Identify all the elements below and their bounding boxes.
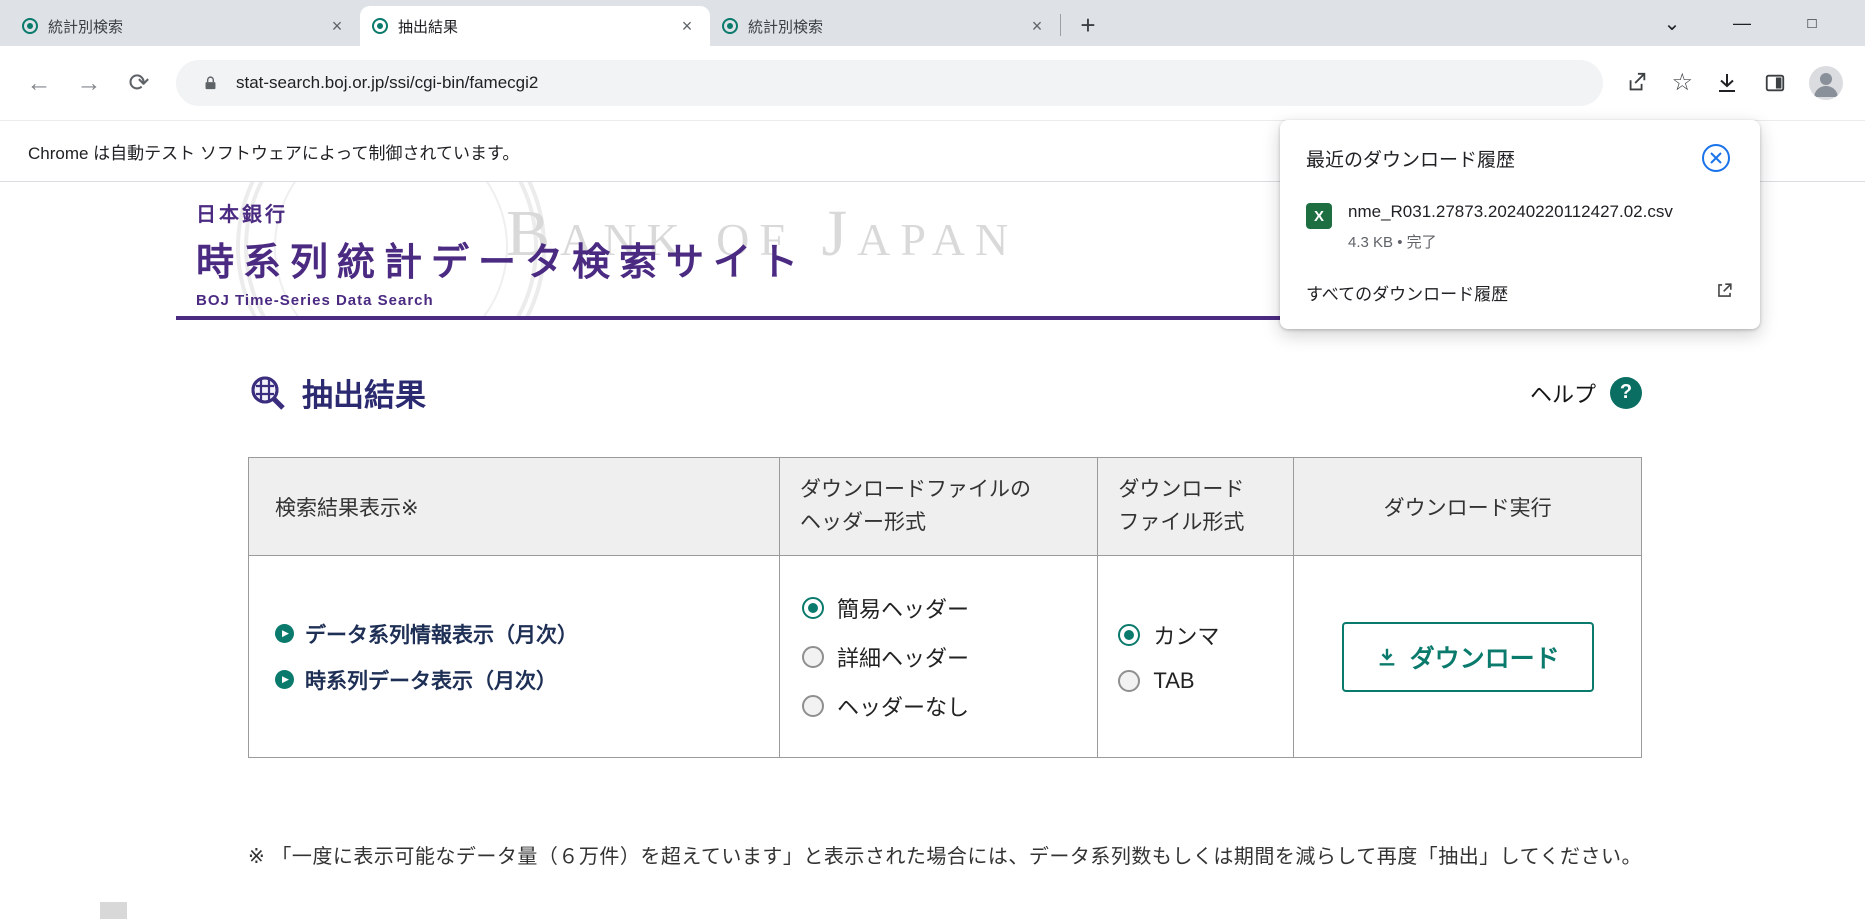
tab-separator (1060, 14, 1061, 36)
limit-note: ※ 「一度に表示可能なデータ量（６万件）を超えています」と表示された場合には、デ… (248, 840, 1642, 869)
tab-stat-search-2[interactable]: 統計別検索 × (710, 6, 1060, 46)
all-downloads-link[interactable]: すべてのダウンロード履歴 (1306, 280, 1734, 305)
radio-simple-header[interactable]: 簡易ヘッダー (802, 592, 1097, 624)
header-format-cell: 簡易ヘッダー 詳細ヘッダー ヘッダーなし (779, 556, 1097, 758)
new-tab-button[interactable]: + (1071, 8, 1105, 42)
radio-checked-icon[interactable] (802, 597, 824, 619)
lock-icon[interactable] (196, 69, 224, 97)
tab-close-icon[interactable]: × (326, 15, 348, 37)
result-links-cell: ▶ データ系列情報表示（月次） ▶ 時系列データ表示（月次） (249, 556, 780, 758)
col-header-results: 検索結果表示※ (249, 458, 780, 556)
excel-file-icon: X (1306, 203, 1332, 229)
page-title-text: 抽出結果 (302, 370, 426, 415)
download-arrow-icon (1376, 646, 1398, 668)
link-data-series-info[interactable]: ▶ データ系列情報表示（月次） (275, 619, 779, 649)
split-screen-icon[interactable] (1761, 69, 1789, 97)
bookmark-star-icon[interactable]: ☆ (1671, 71, 1693, 95)
reload-button[interactable]: ⟳ (116, 60, 162, 106)
toolbar-actions: ☆ (1617, 66, 1849, 100)
profile-avatar[interactable] (1809, 66, 1843, 100)
grid-magnifier-icon (248, 373, 288, 413)
arrow-bullet-icon: ▶ (275, 670, 294, 689)
col-header-execute: ダウンロード実行 (1294, 458, 1642, 556)
window-minimize-button[interactable]: — (1707, 0, 1777, 46)
tab-close-icon[interactable]: × (676, 15, 698, 37)
window-controls: ⌄ — □ (1637, 0, 1865, 46)
page-title: 抽出結果 (248, 370, 426, 415)
downloads-popup: 最近のダウンロード履歴 X nme_R031.27873.20240220112… (1280, 120, 1760, 329)
boj-favicon (722, 18, 738, 34)
external-link-icon (1715, 281, 1734, 305)
help-link[interactable]: ヘルプ ? (1530, 377, 1642, 409)
tab-title: 統計別検索 (748, 16, 1016, 37)
tab-stat-search-1[interactable]: 統計別検索 × (10, 6, 360, 46)
boj-favicon (372, 18, 388, 34)
address-bar[interactable]: stat-search.boj.or.jp/ssi/cgi-bin/famecg… (176, 60, 1603, 106)
tab-title: 統計別検索 (48, 16, 316, 37)
extract-result-table: 検索結果表示※ ダウンロードファイルの ヘッダー形式 ダウンロード ファイル形式… (248, 457, 1642, 758)
downloaded-file-item[interactable]: X nme_R031.27873.20240220112427.02.csv 4… (1306, 202, 1734, 252)
window-maximize-button[interactable]: □ (1777, 0, 1847, 46)
arrow-bullet-icon: ▶ (275, 624, 294, 643)
download-cell: ダウンロード (1294, 556, 1642, 758)
file-format-cell: カンマ TAB (1098, 556, 1294, 758)
radio-unchecked-icon[interactable] (802, 646, 824, 668)
help-label: ヘルプ (1530, 377, 1596, 409)
tab-title: 抽出結果 (398, 16, 666, 37)
boj-favicon (22, 18, 38, 34)
back-button[interactable]: ← (16, 60, 62, 106)
tab-bar: 統計別検索 × 抽出結果 × 統計別検索 × + ⌄ — □ (0, 0, 1865, 46)
download-button[interactable]: ダウンロード (1342, 622, 1594, 692)
share-icon[interactable] (1623, 69, 1651, 97)
forward-button[interactable]: → (66, 60, 112, 106)
url-text: stat-search.boj.or.jp/ssi/cgi-bin/famecg… (236, 73, 538, 93)
infobar-message: Chrome は自動テスト ソフトウェアによって制御されています。 (28, 139, 519, 164)
downloads-icon[interactable] (1713, 69, 1741, 97)
radio-tab[interactable]: TAB (1118, 668, 1293, 694)
tab-search-chevron-icon[interactable]: ⌄ (1637, 0, 1707, 46)
col-header-header-format: ダウンロードファイルの ヘッダー形式 (779, 458, 1097, 556)
col-header-file-format: ダウンロード ファイル形式 (1098, 458, 1294, 556)
radio-unchecked-icon[interactable] (1118, 670, 1140, 692)
browser-toolbar: ← → ⟳ stat-search.boj.or.jp/ssi/cgi-bin/… (0, 46, 1865, 120)
tab-extract-result[interactable]: 抽出結果 × (360, 6, 710, 46)
downloaded-file-name: nme_R031.27873.20240220112427.02.csv (1348, 202, 1673, 222)
radio-detailed-header[interactable]: 詳細ヘッダー (802, 641, 1097, 673)
radio-checked-icon[interactable] (1118, 624, 1140, 646)
help-question-icon[interactable]: ? (1610, 377, 1642, 409)
tab-close-icon[interactable]: × (1026, 15, 1048, 37)
status-bubble (100, 902, 127, 919)
radio-comma[interactable]: カンマ (1118, 619, 1293, 651)
downloaded-file-meta: 4.3 KB • 完了 (1348, 231, 1673, 252)
radio-unchecked-icon[interactable] (802, 695, 824, 717)
radio-no-header[interactable]: ヘッダーなし (802, 690, 1097, 722)
close-icon[interactable] (1698, 140, 1734, 176)
downloads-popup-title: 最近のダウンロード履歴 (1306, 145, 1515, 172)
link-time-series-data[interactable]: ▶ 時系列データ表示（月次） (275, 665, 779, 695)
